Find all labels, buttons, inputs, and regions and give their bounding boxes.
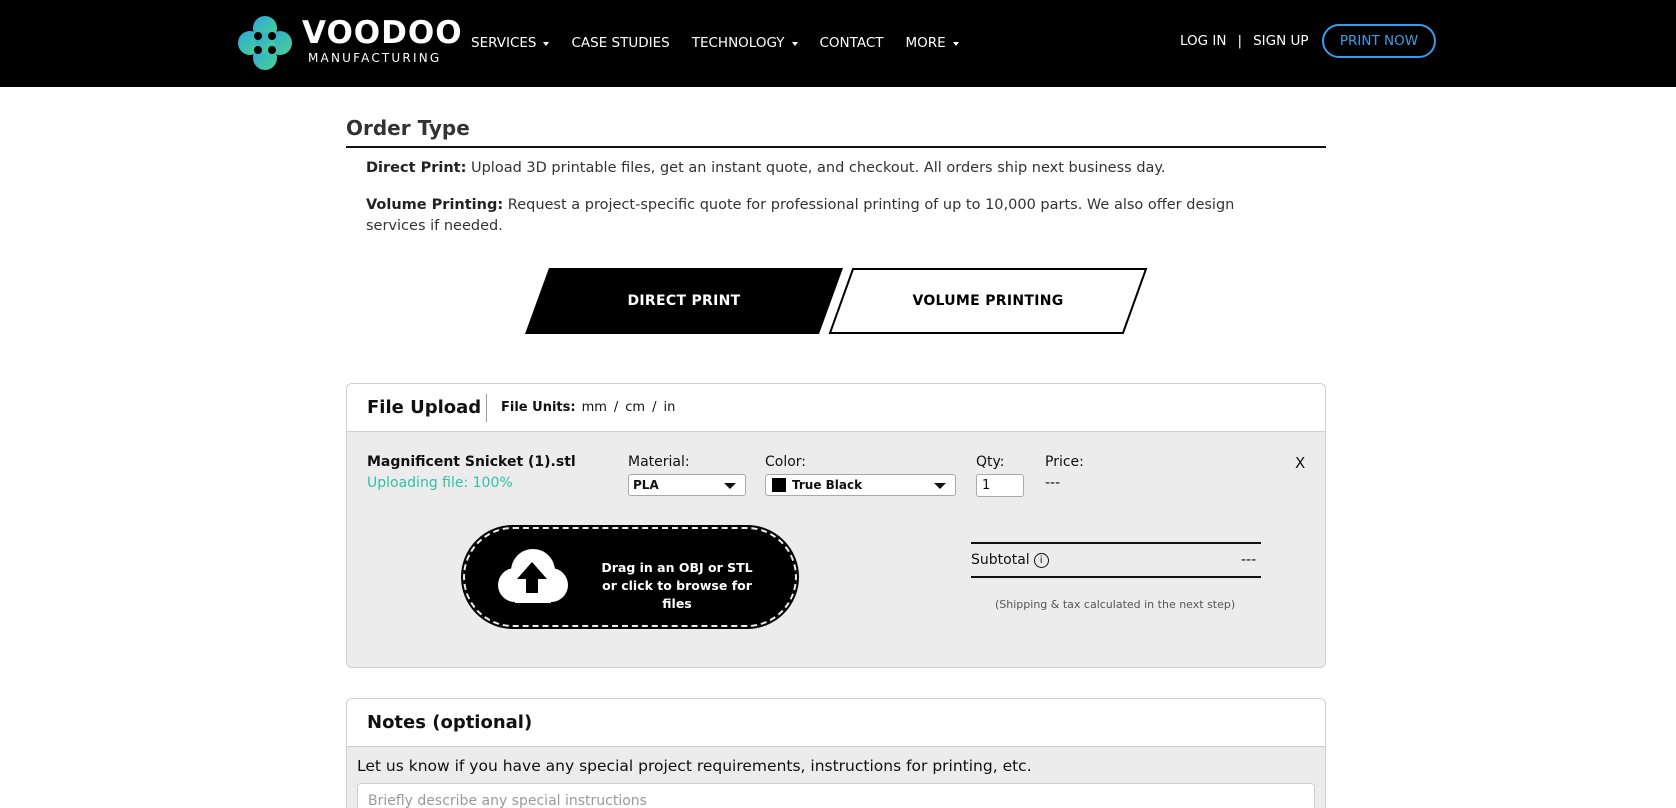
notes-header: Notes (optional) — [347, 699, 1325, 747]
nav-label: CONTACT — [819, 35, 884, 51]
unit-separator: / — [613, 400, 619, 415]
header-divider — [486, 394, 487, 422]
nav-item-contact[interactable]: CONTACT — [820, 35, 884, 51]
auth-separator: | — [1237, 33, 1243, 49]
order-type-title: Order Type — [346, 116, 470, 140]
nav-item-services[interactable]: SERVICES — [471, 35, 550, 51]
unit-option-mm[interactable]: mm — [582, 400, 607, 415]
nav-label: TECHNOLOGY — [691, 35, 785, 51]
brand-logo[interactable]: VOODOO MANUFACTURING — [236, 12, 462, 72]
unit-option-in[interactable]: in — [663, 400, 675, 415]
dropzone-line-2: or click to browse for files — [602, 578, 752, 611]
nav-item-more[interactable]: MORE — [906, 35, 959, 51]
file-units-selector: File Units: mm / cm / in — [501, 400, 675, 415]
unit-separator: / — [652, 400, 657, 415]
notes-title: Notes (optional) — [367, 712, 533, 733]
auth-links: LOG IN | SIGN UP — [1180, 33, 1309, 49]
logo-mark-icon — [238, 16, 292, 70]
login-link[interactable]: LOG IN — [1180, 33, 1227, 49]
nav-label: SERVICES — [471, 35, 537, 51]
subtotal-top-rule — [971, 542, 1261, 544]
caret-down-icon — [952, 42, 959, 46]
nav-label: CASE STUDIES — [571, 35, 670, 51]
qty-input[interactable] — [976, 474, 1024, 497]
nav-item-technology[interactable]: TECHNOLOGY — [692, 35, 798, 51]
direct-print-text: Upload 3D printable files, get an instan… — [466, 160, 1166, 176]
file-upload-header: File Upload File Units: mm / cm / in — [347, 384, 1325, 432]
dropzone-line-1: Drag in an OBJ or STL — [601, 560, 753, 575]
color-label: Color: — [765, 454, 807, 470]
remove-file-button[interactable]: X — [1295, 454, 1305, 472]
uploaded-file-name: Magnificent Snicket (1).stl — [367, 454, 576, 470]
brand-subtitle: MANUFACTURING — [308, 51, 442, 65]
color-swatch — [772, 478, 786, 492]
caret-down-icon — [543, 42, 550, 46]
tab-volume-printing-label: VOLUME PRINTING — [912, 293, 1064, 309]
brand-wordmark: VOODOO — [302, 15, 463, 51]
unit-option-cm[interactable]: cm — [625, 400, 645, 415]
notes-help-text: Let us know if you have any special proj… — [357, 757, 1032, 775]
color-select[interactable]: True Black — [765, 474, 956, 496]
price-value: --- — [1045, 475, 1061, 491]
order-type-divider — [346, 146, 1326, 148]
subtotal-text: Subtotal — [971, 552, 1030, 568]
volume-printing-description: Volume Printing: Request a project-speci… — [366, 195, 1286, 237]
info-icon[interactable]: i — [1033, 552, 1049, 568]
signup-link[interactable]: SIGN UP — [1253, 33, 1308, 49]
caret-down-icon — [791, 42, 798, 46]
top-navigation-bar: VOODOO MANUFACTURING SERVICES CASE STUDI… — [0, 0, 1676, 87]
nav-label: MORE — [905, 35, 946, 51]
notes-textarea[interactable] — [357, 783, 1315, 808]
subtotal-label: Subtotal i — [971, 552, 1049, 568]
file-upload-title: File Upload — [367, 397, 482, 418]
qty-label: Qty: — [976, 454, 1005, 470]
dropdown-arrow-icon — [934, 483, 946, 489]
material-value: PLA — [633, 478, 659, 492]
tab-volume-printing[interactable]: VOLUME PRINTING — [828, 268, 1148, 334]
nav-item-case-studies[interactable]: CASE STUDIES — [571, 35, 669, 51]
volume-printing-term: Volume Printing: — [366, 197, 504, 213]
direct-print-description: Direct Print: Upload 3D printable files,… — [366, 158, 1286, 179]
shipping-note: (Shipping & tax calculated in the next s… — [995, 598, 1236, 611]
color-value: True Black — [792, 478, 863, 492]
dropdown-arrow-icon — [724, 483, 736, 489]
file-units-label: File Units: — [501, 400, 576, 415]
notes-panel: Notes (optional) Let us know if you have… — [346, 698, 1326, 808]
cloud-upload-icon — [498, 549, 568, 603]
direct-print-term: Direct Print: — [366, 160, 467, 176]
dropzone-text: Drag in an OBJ or STL or click to browse… — [587, 559, 767, 613]
material-label: Material: — [628, 454, 690, 470]
price-label: Price: — [1045, 454, 1084, 470]
upload-status: Uploading file: 100% — [367, 475, 513, 491]
tab-direct-print-label: DIRECT PRINT — [627, 293, 741, 309]
print-now-button[interactable]: PRINT NOW — [1322, 24, 1436, 58]
file-dropzone[interactable]: Drag in an OBJ or STL or click to browse… — [461, 525, 799, 629]
file-upload-panel: File Upload File Units: mm / cm / in Mag… — [346, 383, 1326, 668]
subtotal-bottom-rule — [971, 576, 1261, 578]
material-select[interactable]: PLA — [628, 474, 746, 496]
main-nav: SERVICES CASE STUDIES TECHNOLOGY CONTACT… — [471, 33, 981, 53]
subtotal-value: --- — [1241, 552, 1257, 568]
tab-direct-print[interactable]: DIRECT PRINT — [525, 268, 843, 334]
